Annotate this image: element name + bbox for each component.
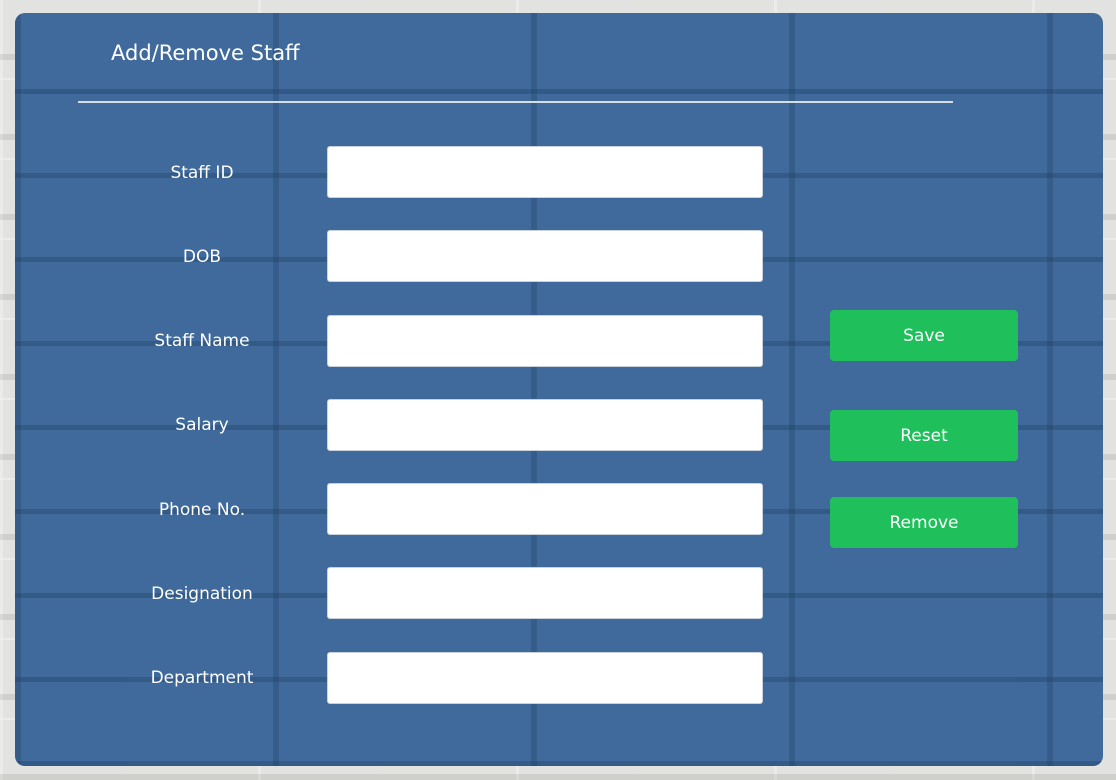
- salary-label: Salary: [175, 415, 229, 435]
- phone-label: Phone No.: [158, 500, 246, 520]
- dob-label: DOB: [182, 247, 222, 267]
- remove-button[interactable]: Remove: [830, 497, 1018, 548]
- save-button[interactable]: Save: [830, 310, 1018, 361]
- staff-name-label: Staff Name: [154, 331, 250, 351]
- department-input[interactable]: [327, 652, 763, 704]
- staff-id-input[interactable]: [327, 146, 763, 198]
- reset-button[interactable]: Reset: [830, 410, 1018, 461]
- designation-input[interactable]: [327, 567, 763, 619]
- title-divider: [78, 101, 953, 103]
- dob-input[interactable]: [327, 230, 763, 282]
- designation-label: Designation: [151, 584, 253, 604]
- staff-name-input[interactable]: [327, 315, 763, 367]
- department-label: Department: [150, 668, 254, 688]
- page-title: Add/Remove Staff: [111, 41, 300, 65]
- staff-id-label: Staff ID: [170, 163, 234, 183]
- salary-input[interactable]: [327, 399, 763, 451]
- phone-input[interactable]: [327, 483, 763, 535]
- staff-form-panel: Add/Remove Staff Staff ID DOB Staff Name…: [15, 13, 1103, 766]
